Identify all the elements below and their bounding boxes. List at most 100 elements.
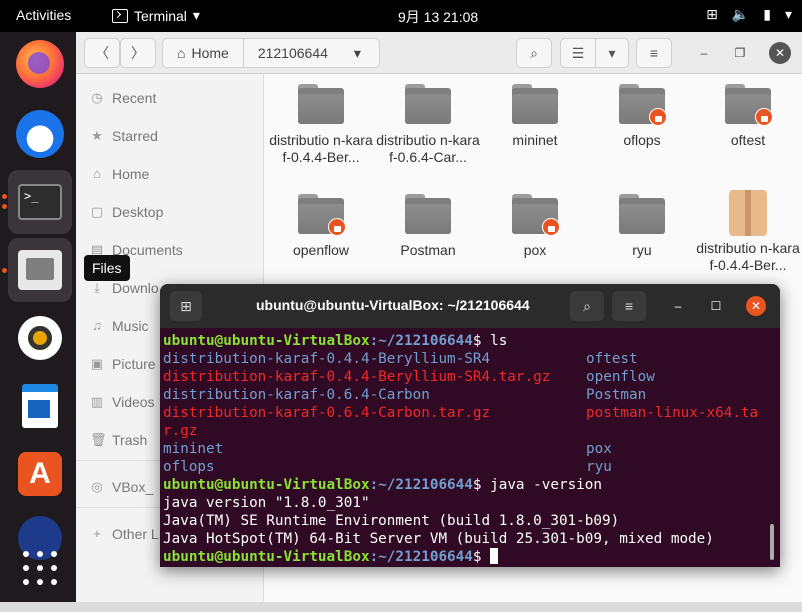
writer-icon xyxy=(22,384,58,428)
software-store-icon: A xyxy=(18,452,62,496)
disc-icon: ◎ xyxy=(91,479,103,494)
prompt-user: ubuntu@ubuntu-VirtualBox xyxy=(163,549,370,565)
terminal-minimize-button[interactable]: – xyxy=(668,296,688,316)
firefox-icon xyxy=(16,40,64,88)
app-menu[interactable]: Terminal ▾ xyxy=(112,7,200,24)
file-item[interactable]: openflow xyxy=(269,194,373,259)
picture-icon: ▣ xyxy=(90,356,104,371)
file-item[interactable]: pox xyxy=(483,194,587,259)
terminal-line: ubuntu@ubuntu-VirtualBox:~/212106644$ ls xyxy=(163,332,767,350)
archive-icon xyxy=(729,190,767,236)
files-header: 〈 〉 ⌂ Home 212106644 ▾ ⌕ ☰ ▾ ≡ – ❐ ✕ xyxy=(76,32,802,74)
terminal-header: ⊞ ubuntu@ubuntu-VirtualBox: ~/212106644 … xyxy=(160,284,780,328)
back-button[interactable]: 〈 xyxy=(84,38,120,68)
terminal-menu-button[interactable]: ≡ xyxy=(612,291,646,321)
dock-firefox[interactable] xyxy=(8,32,72,96)
file-item-label: mininet xyxy=(512,132,558,148)
ls-entry: distribution-karaf-0.4.4-Beryllium-SR4 xyxy=(163,351,491,367)
sidebar-item-home[interactable]: ⌂ Home xyxy=(90,162,149,186)
menu-button[interactable]: ≡ xyxy=(636,38,672,68)
maximize-button[interactable]: ❐ xyxy=(729,42,751,64)
sidebar-item-label: Starred xyxy=(112,128,158,144)
files-icon xyxy=(18,250,62,290)
folder-icon xyxy=(298,84,344,124)
clock[interactable]: 9月 13 21:08 xyxy=(398,7,478,27)
clock-icon: ◷ xyxy=(91,90,103,105)
chevron-down-icon: ▾ xyxy=(353,44,361,61)
folder-icon xyxy=(619,194,665,234)
dock-rhythmbox[interactable] xyxy=(8,306,72,370)
sidebar-item-videos[interactable]: ▥ Videos xyxy=(90,390,155,414)
chevron-down-icon: ▾ xyxy=(608,44,616,61)
dock-terminal[interactable]: >_ xyxy=(8,170,72,234)
file-item[interactable]: distributio n-karaf-0.6.4-Car... xyxy=(376,84,480,166)
file-item[interactable]: distributio n-karaf-0.4.4-Ber... xyxy=(269,84,373,166)
minimize-icon: – xyxy=(674,299,682,313)
chevron-right-icon: 〉 xyxy=(131,45,145,61)
terminal-line: ubuntu@ubuntu-VirtualBox:~/212106644$ ja… xyxy=(163,476,767,494)
sidebar-item-trash[interactable]: 🗑 Trash xyxy=(90,428,147,452)
sidebar-item-label: Home xyxy=(112,166,150,182)
ls-row: distribution-karaf-0.6.4-Carbon Postman xyxy=(163,386,767,404)
view-options-button[interactable]: ▾ xyxy=(595,38,629,68)
terminal-scrollbar[interactable] xyxy=(770,524,774,560)
terminal-maximize-button[interactable]: ☐ xyxy=(706,296,726,316)
sidebar-item-other-locations[interactable]: + Other L xyxy=(90,522,159,546)
ls-entry: distribution-karaf-0.4.4-Beryllium-SR4.t… xyxy=(163,369,551,385)
breadcrumb-home[interactable]: ⌂ Home xyxy=(163,39,244,67)
lock-icon xyxy=(328,218,346,236)
terminal-search-button[interactable]: ⌕ xyxy=(570,291,604,321)
dock-writer[interactable] xyxy=(8,374,72,438)
ls-entry: pox xyxy=(586,441,612,457)
search-icon: ⌕ xyxy=(583,297,591,314)
file-item[interactable]: ryu xyxy=(590,194,694,259)
minimize-button[interactable]: – xyxy=(693,42,715,64)
system-tray[interactable]: ⊞ 🔈 ▮ ▾ xyxy=(706,6,792,23)
file-item-label: ryu xyxy=(632,242,652,258)
search-button[interactable]: ⌕ xyxy=(516,38,552,68)
sidebar-item-music[interactable]: ♫ Music xyxy=(90,314,148,338)
minimize-icon: – xyxy=(700,46,708,60)
sidebar-item-desktop[interactable]: ▢ Desktop xyxy=(90,200,164,224)
dock-files[interactable] xyxy=(8,238,72,302)
video-icon: ▥ xyxy=(90,394,104,409)
sidebar-item-label: Downlo xyxy=(112,280,159,296)
file-item[interactable]: oftest xyxy=(696,84,800,149)
forward-button[interactable]: 〉 xyxy=(120,38,156,68)
sidebar-item-starred[interactable]: ★ Starred xyxy=(90,124,158,148)
file-item[interactable]: Postman xyxy=(376,194,480,259)
show-apps-button[interactable] xyxy=(8,536,72,600)
bottom-status-bar xyxy=(0,602,802,612)
trash-icon: 🗑 xyxy=(90,432,107,447)
ls-row: distribution-karaf-0.4.4-Beryllium-SR4.t… xyxy=(163,368,767,386)
sidebar-item-vbox[interactable]: ◎ VBox_ xyxy=(90,475,153,499)
file-item[interactable]: distributio n-karaf-0.4.4-Ber... xyxy=(696,190,800,274)
battery-icon: ▮ xyxy=(763,6,771,22)
close-icon: ✕ xyxy=(774,46,786,60)
dock-thunderbird[interactable] xyxy=(8,102,72,166)
terminal-window[interactable]: ⊞ ubuntu@ubuntu-VirtualBox: ~/212106644 … xyxy=(160,284,780,567)
breadcrumb-current[interactable]: 212106644 ▾ xyxy=(244,39,375,67)
dock-software[interactable]: A xyxy=(8,442,72,506)
file-item-label: Postman xyxy=(400,242,456,258)
dock: >_ A xyxy=(0,32,76,612)
file-item[interactable]: oflops xyxy=(590,84,694,149)
dock-tooltip: Files xyxy=(84,255,130,281)
terminal-line: Java(TM) SE Runtime Environment (build 1… xyxy=(163,513,620,529)
folder-icon xyxy=(725,84,773,126)
terminal-output[interactable]: ubuntu@ubuntu-VirtualBox:~/212106644$ ls… xyxy=(163,332,767,566)
ls-entry: distribution-karaf-0.6.4-Carbon.tar.gz xyxy=(163,405,491,421)
sidebar-item-label: Other L xyxy=(112,526,159,542)
new-tab-button[interactable]: ⊞ xyxy=(170,291,202,321)
ls-entry: ryu xyxy=(586,459,612,475)
terminal-close-button[interactable]: ✕ xyxy=(746,296,766,316)
file-item[interactable]: mininet xyxy=(483,84,587,149)
sidebar-item-recent[interactable]: ◷ Recent xyxy=(90,86,156,110)
close-button[interactable]: ✕ xyxy=(769,42,791,64)
ls-row: distribution-karaf-0.6.4-Carbon.tar.gz po… xyxy=(163,404,767,422)
music-icon: ♫ xyxy=(92,318,102,333)
ls-row: distribution-karaf-0.4.4-Beryllium-SR4 of… xyxy=(163,350,767,368)
sidebar-item-pictures[interactable]: ▣ Picture xyxy=(90,352,156,376)
view-list-button[interactable]: ☰ xyxy=(560,38,596,68)
activities-button[interactable]: Activities xyxy=(16,7,71,23)
